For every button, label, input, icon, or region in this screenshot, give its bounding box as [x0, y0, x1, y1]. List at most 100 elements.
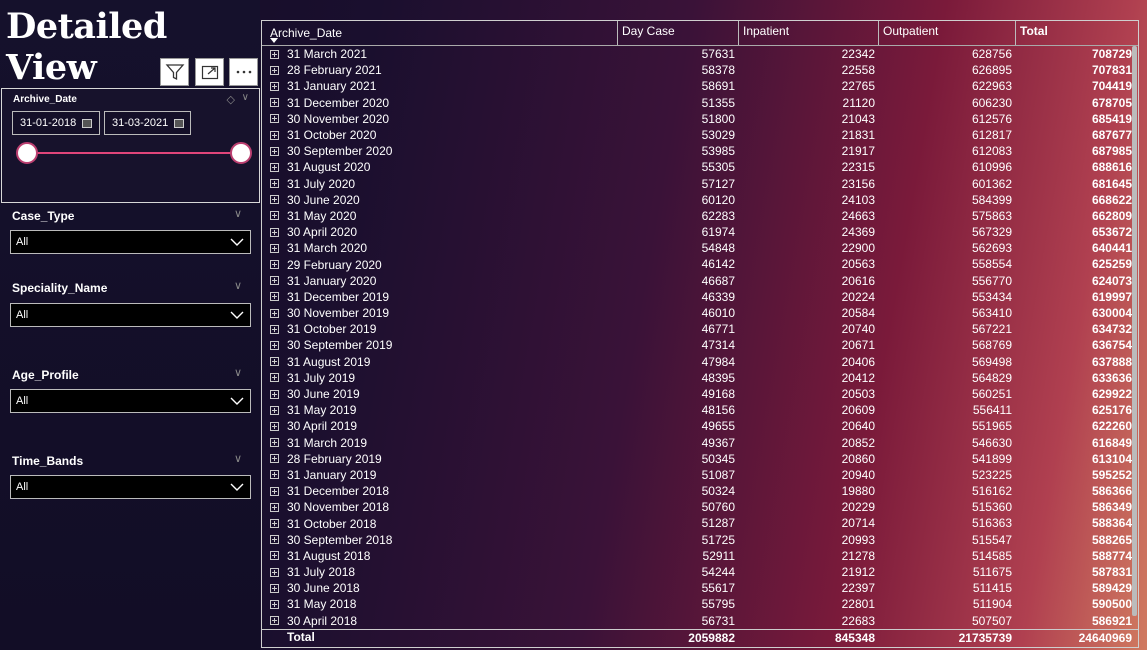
expand-plus-icon[interactable]	[270, 616, 279, 626]
calendar-icon[interactable]	[174, 118, 185, 128]
table-row[interactable]: 30 April 2019 49655 20640 551965 622260	[262, 418, 1138, 434]
table-row[interactable]: 31 October 2020 53029 21831 612817 687677	[262, 127, 1138, 143]
range-end-handle[interactable]	[230, 142, 252, 164]
column-header-total[interactable]: Total	[1016, 21, 1136, 45]
case-type-dropdown[interactable]: All	[10, 230, 251, 254]
table-row[interactable]: 31 August 2019 47984 20406 569498 637888	[262, 354, 1138, 370]
table-row[interactable]: 30 June 2020 60120 24103 584399 668622	[262, 192, 1138, 208]
table-row[interactable]: 31 December 2018 50324 19880 516162 586366	[262, 483, 1138, 499]
expand-plus-icon[interactable]	[270, 535, 279, 545]
chevron-down-icon[interactable]: ∨	[234, 366, 242, 379]
expand-plus-icon[interactable]	[270, 405, 279, 415]
expand-plus-icon[interactable]	[270, 502, 279, 512]
expand-plus-icon[interactable]	[270, 454, 279, 464]
start-date-input[interactable]: 31-01-2018	[12, 111, 100, 135]
expand-plus-icon[interactable]	[270, 292, 279, 302]
expand-plus-icon[interactable]	[270, 486, 279, 496]
table-row[interactable]: 31 October 2019 46771 20740 567221 634732	[262, 321, 1138, 337]
expand-plus-icon[interactable]	[270, 260, 279, 270]
expand-plus-icon[interactable]	[270, 130, 279, 140]
expand-plus-icon[interactable]	[270, 567, 279, 577]
expand-plus-icon[interactable]	[270, 162, 279, 172]
calendar-icon[interactable]	[82, 118, 93, 128]
expand-plus-icon[interactable]	[270, 519, 279, 529]
expand-plus-icon[interactable]	[270, 470, 279, 480]
chevron-down-icon[interactable]: ∨	[234, 279, 242, 292]
end-date-input[interactable]: 31-03-2021	[104, 111, 191, 135]
expand-plus-icon[interactable]	[270, 308, 279, 318]
table-row[interactable]: 31 March 2021 57631 22342 628756 708729	[262, 46, 1138, 62]
chevron-down-icon[interactable]: ∨	[242, 92, 249, 103]
expand-plus-icon[interactable]	[270, 211, 279, 221]
table-row[interactable]: 30 November 2019 46010 20584 563410 630004	[262, 305, 1138, 321]
expand-plus-icon[interactable]	[270, 583, 279, 593]
table-row[interactable]: 31 March 2019 49367 20852 546630 616849	[262, 435, 1138, 451]
table-row[interactable]: 31 July 2019 48395 20412 564829 633636	[262, 370, 1138, 386]
expand-plus-icon[interactable]	[270, 373, 279, 383]
scrollbar-thumb[interactable]	[1132, 46, 1137, 616]
expand-plus-icon[interactable]	[270, 551, 279, 561]
table-row[interactable]: 30 September 2019 47314 20671 568769 636754	[262, 337, 1138, 353]
table-row[interactable]: 31 May 2020 62283 24663 575863 662809	[262, 208, 1138, 224]
expand-plus-icon[interactable]	[270, 114, 279, 124]
table-row[interactable]: 31 May 2018 55795 22801 511904 590500	[262, 596, 1138, 612]
column-header-outpatient[interactable]: Outpatient	[879, 21, 1016, 45]
table-row[interactable]: 31 December 2019 46339 20224 553434 619997	[262, 289, 1138, 305]
eraser-icon[interactable]: ◇	[227, 93, 235, 106]
speciality-name-dropdown[interactable]: All	[10, 303, 251, 327]
table-row[interactable]: 31 May 2019 48156 20609 556411 625176	[262, 402, 1138, 418]
table-row[interactable]: 30 November 2020 51800 21043 612576 685419	[262, 111, 1138, 127]
table-row[interactable]: 31 October 2018 51287 20714 516363 588364	[262, 515, 1138, 531]
expand-plus-icon[interactable]	[270, 599, 279, 609]
table-row[interactable]: 30 September 2018 51725 20993 515547 588265	[262, 532, 1138, 548]
chevron-down-icon[interactable]: ∨	[234, 452, 242, 465]
expand-plus-icon[interactable]	[270, 324, 279, 334]
expand-plus-icon[interactable]	[270, 227, 279, 237]
table-row[interactable]: 31 January 2020 46687 20616 556770 624073	[262, 273, 1138, 289]
table-row[interactable]: 30 April 2018 56731 22683 507507 586921	[262, 613, 1138, 629]
table-row[interactable]: 31 January 2021 58691 22765 622963 704419	[262, 78, 1138, 94]
table-row[interactable]: 31 July 2020 57127 23156 601362 681645	[262, 176, 1138, 192]
column-header-day-case[interactable]: Day Case	[618, 21, 739, 45]
expand-plus-icon[interactable]	[270, 195, 279, 205]
time-bands-dropdown[interactable]: All	[10, 475, 251, 499]
expand-plus-icon[interactable]	[270, 276, 279, 286]
expand-plus-icon[interactable]	[270, 49, 279, 59]
column-header-archive-date[interactable]: Archive_Date	[262, 21, 618, 45]
table-row[interactable]: 31 January 2019 51087 20940 523225 595252	[262, 467, 1138, 483]
expand-plus-icon[interactable]	[270, 421, 279, 431]
age-profile-dropdown[interactable]: All	[10, 389, 251, 413]
range-start-handle[interactable]	[16, 142, 38, 164]
table-row[interactable]: 30 November 2018 50760 20229 515360 586349	[262, 499, 1138, 515]
table-row[interactable]: 31 August 2018 52911 21278 514585 588774	[262, 548, 1138, 564]
column-header-inpatient[interactable]: Inpatient	[739, 21, 879, 45]
expand-plus-icon[interactable]	[270, 65, 279, 75]
vertical-scrollbar[interactable]	[1131, 46, 1138, 616]
expand-plus-icon[interactable]	[270, 340, 279, 350]
date-range-track[interactable]	[26, 152, 242, 154]
day-case-cell: 57631	[701, 47, 735, 61]
more-options-button[interactable]	[229, 58, 258, 86]
expand-plus-icon[interactable]	[270, 146, 279, 156]
chevron-down-icon[interactable]: ∨	[234, 207, 242, 220]
expand-plus-icon[interactable]	[270, 243, 279, 253]
table-row[interactable]: 30 June 2019 49168 20503 560251 629922	[262, 386, 1138, 402]
table-row[interactable]: 30 June 2018 55617 22397 511415 589429	[262, 580, 1138, 596]
expand-plus-icon[interactable]	[270, 179, 279, 189]
table-row[interactable]: 31 July 2018 54244 21912 511675 587831	[262, 564, 1138, 580]
table-row[interactable]: 31 December 2020 51355 21120 606230 678705	[262, 95, 1138, 111]
table-row[interactable]: 31 March 2020 54848 22900 562693 640441	[262, 240, 1138, 256]
expand-plus-icon[interactable]	[270, 438, 279, 448]
expand-plus-icon[interactable]	[270, 389, 279, 399]
expand-plus-icon[interactable]	[270, 357, 279, 367]
table-row[interactable]: 31 August 2020 55305 22315 610996 688616	[262, 159, 1138, 175]
table-row[interactable]: 28 February 2021 58378 22558 626895 707831	[262, 62, 1138, 78]
table-row[interactable]: 30 April 2020 61974 24369 567329 653672	[262, 224, 1138, 240]
expand-plus-icon[interactable]	[270, 98, 279, 108]
table-row[interactable]: 29 February 2020 46142 20563 558554 625259	[262, 256, 1138, 272]
expand-plus-icon[interactable]	[270, 81, 279, 91]
focus-mode-button[interactable]	[195, 58, 224, 86]
table-row[interactable]: 30 September 2020 53985 21917 612083 687985	[262, 143, 1138, 159]
filter-button[interactable]	[160, 58, 189, 86]
table-row[interactable]: 28 February 2019 50345 20860 541899 613104	[262, 451, 1138, 467]
